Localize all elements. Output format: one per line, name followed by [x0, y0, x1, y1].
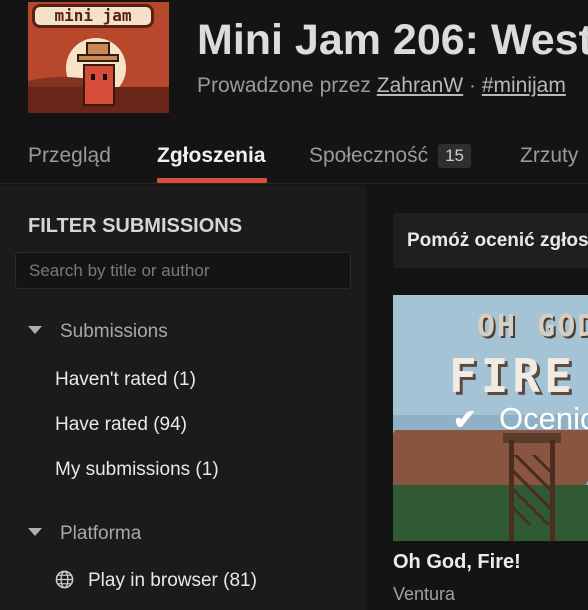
page-title: Mini Jam 206: West — [197, 16, 588, 64]
section-label: Submissions — [60, 321, 168, 342]
thumbnail-logo: mini jam — [32, 4, 154, 28]
character-eye — [91, 74, 95, 80]
tab-screenshots[interactable]: Zrzuty — [520, 144, 578, 168]
byline-separator: · — [468, 74, 476, 97]
host-link[interactable]: ZahranW — [377, 74, 463, 97]
caret-down-icon — [28, 326, 42, 334]
rated-label: Ocenio — [499, 401, 588, 436]
filter-havent-rated[interactable]: Haven't rated (1) — [55, 369, 196, 391]
help-rate-banner[interactable]: Pomóż ocenić zgłoszenia — [393, 213, 588, 268]
filter-have-rated[interactable]: Have rated (94) — [55, 414, 187, 436]
tab-community[interactable]: Społeczność 15 — [309, 144, 471, 168]
filter-title: FILTER SUBMISSIONS — [28, 215, 243, 237]
section-submissions-toggle[interactable]: Submissions — [28, 321, 168, 343]
character-eye — [103, 74, 107, 80]
globe-icon — [55, 570, 74, 589]
section-label: Platforma — [60, 523, 142, 544]
search-input[interactable] — [15, 252, 351, 289]
tab-submissions[interactable]: Zgłoszenia — [157, 144, 266, 168]
tower-brace-graphic — [514, 455, 550, 525]
filter-sidebar: FILTER SUBMISSIONS Submissions Haven't r… — [0, 185, 366, 610]
game-thumbnail[interactable]: OH GOD FIRE ✔ Ocenio — [393, 295, 588, 541]
active-tab-indicator — [157, 178, 267, 183]
filter-my-submissions[interactable]: My submissions (1) — [55, 459, 219, 481]
check-icon: ✔ — [453, 404, 477, 435]
jam-thumbnail[interactable]: mini jam — [28, 2, 169, 113]
community-count-badge: 15 — [438, 144, 471, 168]
trees-graphic — [393, 485, 588, 541]
game-author-link[interactable]: Ventura — [393, 584, 455, 605]
caret-down-icon — [28, 528, 42, 536]
game-title-link[interactable]: Oh God, Fire! — [393, 551, 521, 574]
tab-overview[interactable]: Przegląd — [28, 144, 111, 168]
thumbnail-title-top: OH GOD — [477, 309, 588, 344]
byline: Prowadzone przez ZahranW · #minijam — [197, 74, 566, 98]
tab-community-label: Społeczność — [309, 144, 429, 167]
submissions-main: Pomóż ocenić zgłoszenia OH GOD FIRE ✔ Oc… — [366, 185, 588, 610]
character-graphic — [83, 64, 115, 106]
filter-play-in-browser[interactable]: Play in browser (81) — [55, 570, 257, 592]
tag-link[interactable]: #minijam — [482, 74, 566, 97]
jam-header: mini jam Mini Jam 206: West Prowadzone p… — [0, 0, 588, 128]
byline-prefix: Prowadzone przez — [197, 74, 371, 97]
filter-label: Play in browser (81) — [88, 570, 257, 591]
tab-bar: Przegląd Zgłoszenia Społeczność 15 Zrzuty — [0, 128, 588, 184]
rated-overlay: ✔ Ocenio — [393, 393, 588, 445]
hat-brim-graphic — [77, 54, 119, 62]
section-platform-toggle[interactable]: Platforma — [28, 523, 141, 545]
